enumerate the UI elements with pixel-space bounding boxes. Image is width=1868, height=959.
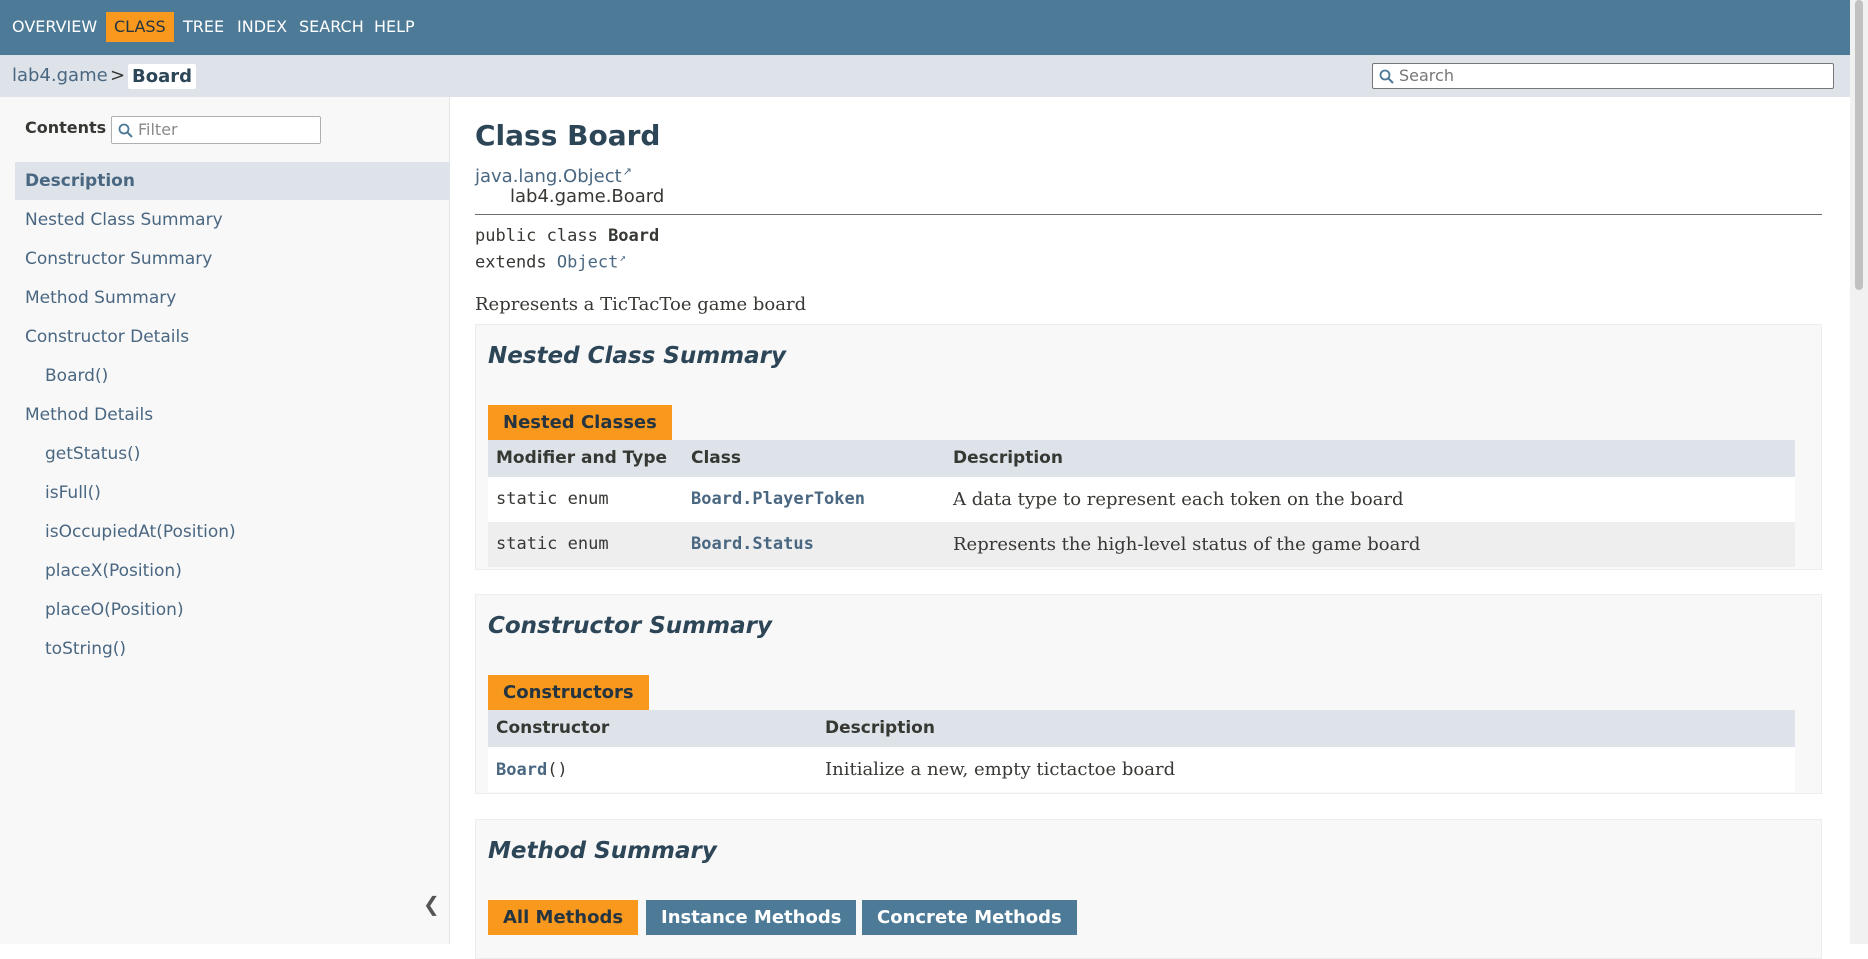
- constructor-link[interactable]: Board: [496, 760, 547, 780]
- class-signature-line1: public class Board: [475, 226, 659, 246]
- contents-label: Contents: [25, 118, 107, 137]
- column-header: Modifier and Type: [496, 448, 668, 468]
- nav-overview[interactable]: Overview: [12, 12, 97, 42]
- inheritance-parent-label: java.lang.Object: [475, 166, 622, 187]
- signature-class-name: Board: [608, 226, 660, 246]
- search-icon: [1379, 69, 1394, 84]
- toc-nested-class-summary[interactable]: Nested Class Summary: [25, 201, 223, 239]
- toc-tostring[interactable]: toString(): [45, 630, 126, 668]
- top-navigation-bar: Overview Class Tree Index Search Help: [0, 0, 1850, 55]
- class-link[interactable]: Board.PlayerToken: [691, 477, 865, 522]
- toc-isfull[interactable]: isFull(): [45, 474, 101, 512]
- sub-navigation-bar: lab4.game > Board Search: [0, 55, 1850, 97]
- constructor-params: (): [547, 760, 568, 780]
- nested-class-summary-heading: Nested Class Summary: [488, 343, 787, 369]
- toc-board-constructor[interactable]: Board(): [45, 357, 108, 395]
- tab-constructors[interactable]: Constructors: [488, 675, 649, 710]
- class-link[interactable]: Board.Status: [691, 522, 814, 567]
- method-summary-section: Method Summary All Methods Instance Meth…: [475, 819, 1822, 959]
- method-summary-heading: Method Summary: [488, 838, 717, 864]
- filter-placeholder: Filter: [138, 120, 178, 139]
- toc-description[interactable]: Description: [15, 162, 450, 200]
- nav-search[interactable]: Search: [299, 12, 364, 42]
- description-cell: Initialize a new, empty tictactoe board: [825, 759, 1176, 780]
- tab-nested-classes[interactable]: Nested Classes: [488, 405, 672, 440]
- breadcrumb-separator: >: [110, 65, 126, 86]
- external-link-icon: ↗: [619, 251, 626, 264]
- nav-help[interactable]: Help: [374, 12, 415, 42]
- nested-class-summary-section: Nested Class Summary Nested Classes Modi…: [475, 324, 1822, 570]
- search-input[interactable]: Search: [1372, 63, 1834, 89]
- toc-isoccupiedat[interactable]: isOccupiedAt(Position): [45, 513, 236, 551]
- constructor-summary-heading: Constructor Summary: [488, 613, 772, 639]
- nested-classes-table: Modifier and Type Class Description stat…: [488, 440, 1795, 567]
- toc-method-summary[interactable]: Method Summary: [25, 279, 176, 317]
- table-of-contents-sidebar: Contents Filter Description Nested Class…: [0, 97, 450, 944]
- column-header: Constructor: [496, 718, 610, 738]
- modifier-cell: static enum: [496, 534, 609, 554]
- column-header: Description: [953, 448, 1063, 468]
- column-header: Description: [825, 718, 935, 738]
- page-title: Class Board: [475, 119, 661, 152]
- nav-tree[interactable]: Tree: [183, 12, 224, 42]
- column-header: Class: [691, 448, 742, 468]
- nav-class[interactable]: Class: [106, 12, 174, 42]
- toc-placex[interactable]: placeX(Position): [45, 552, 182, 590]
- toc-placeo[interactable]: placeO(Position): [45, 591, 184, 629]
- extends-object-link[interactable]: Object: [557, 253, 618, 273]
- vertical-scrollbar[interactable]: [1850, 0, 1868, 944]
- signature-prefix: public class: [475, 226, 609, 246]
- table-header: Modifier and Type Class Description: [488, 440, 1795, 477]
- modifier-cell: static enum: [496, 489, 609, 509]
- nav-index[interactable]: Index: [237, 12, 287, 42]
- table-row: static enum Board.Status Represents the …: [488, 522, 1795, 567]
- collapse-sidebar-icon[interactable]: ❮: [423, 892, 440, 916]
- table-row: Board() Initialize a new, empty tictacto…: [488, 747, 1795, 792]
- tab-instance-methods[interactable]: Instance Methods: [646, 900, 857, 935]
- toc-constructor-summary[interactable]: Constructor Summary: [25, 240, 212, 278]
- filter-input[interactable]: Filter: [111, 116, 321, 144]
- filter-search-icon: [118, 123, 133, 138]
- table-row: static enum Board.PlayerToken A data typ…: [488, 477, 1795, 522]
- main-content: Class Board java.lang.Object↗ lab4.game.…: [475, 97, 1825, 959]
- constructors-table: Constructor Description Board() Initiali…: [488, 710, 1795, 792]
- class-signature-line2: extends Object↗: [475, 251, 626, 273]
- inheritance-child: lab4.game.Board: [510, 186, 665, 207]
- description-cell: Represents the high-level status of the …: [953, 534, 1421, 555]
- constructor-cell: Board(): [496, 747, 568, 793]
- extends-keyword: extends: [475, 252, 557, 273]
- breadcrumb-package[interactable]: lab4.game: [12, 55, 108, 97]
- tab-all-methods[interactable]: All Methods: [488, 900, 639, 935]
- description-cell: A data type to represent each token on t…: [953, 489, 1404, 510]
- scrollbar-thumb[interactable]: [1855, 0, 1863, 290]
- toc-getstatus[interactable]: getStatus(): [45, 435, 140, 473]
- inheritance-parent-link[interactable]: java.lang.Object↗: [475, 165, 632, 187]
- external-link-icon: ↗: [622, 165, 632, 178]
- toc-constructor-details[interactable]: Constructor Details: [25, 318, 189, 356]
- divider: [475, 214, 1822, 215]
- search-placeholder: Search: [1399, 66, 1454, 85]
- class-description: Represents a TicTacToe game board: [475, 294, 807, 315]
- constructor-summary-section: Constructor Summary Constructors Constru…: [475, 594, 1822, 794]
- table-header: Constructor Description: [488, 710, 1795, 747]
- toc-method-details[interactable]: Method Details: [25, 396, 153, 434]
- tab-concrete-methods[interactable]: Concrete Methods: [862, 900, 1077, 935]
- breadcrumb-current[interactable]: Board: [128, 64, 196, 89]
